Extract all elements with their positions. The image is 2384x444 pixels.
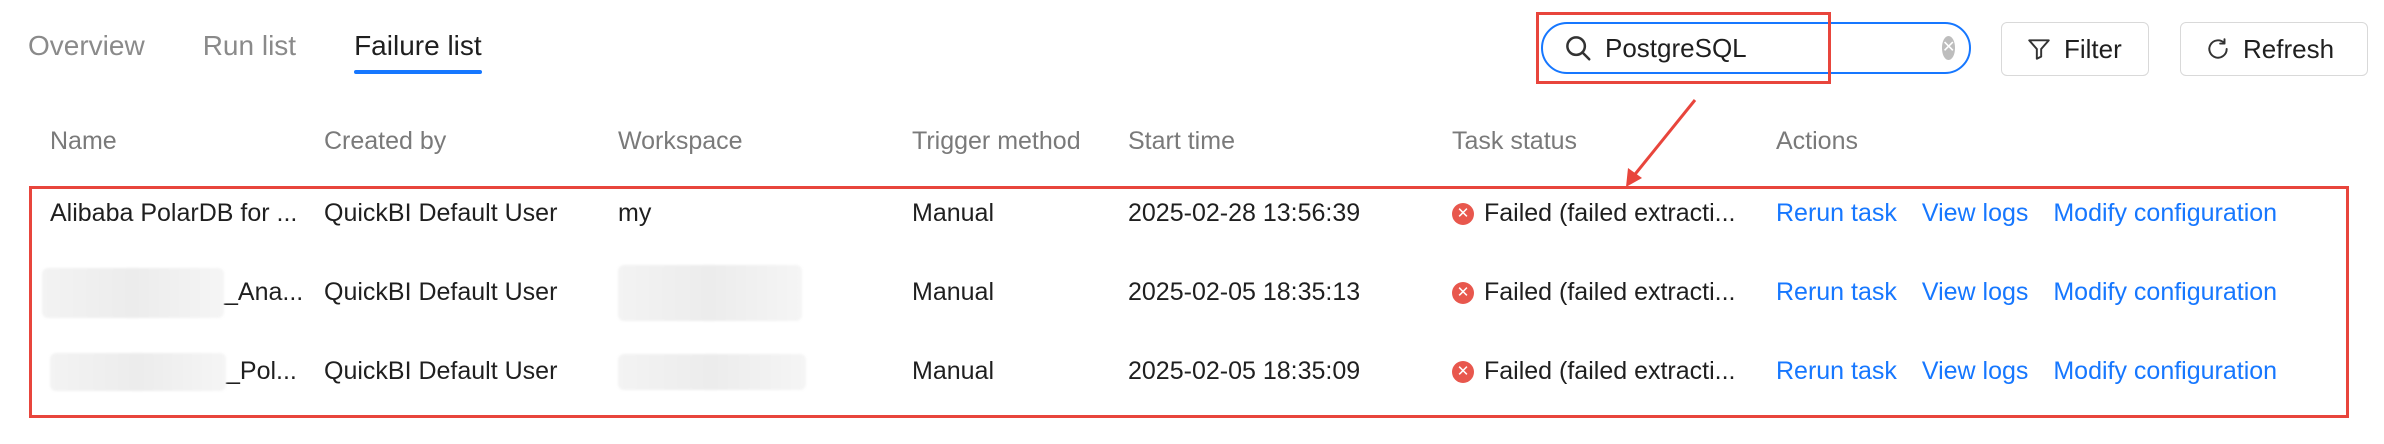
row-name[interactable]: _Ana...	[224, 278, 303, 307]
rerun-task-link[interactable]: Rerun task	[1776, 357, 1897, 385]
redacted-workspace-block	[618, 264, 802, 321]
modify-configuration-link[interactable]: Modify configuration	[2053, 357, 2277, 385]
rerun-task-link[interactable]: Rerun task	[1776, 199, 1897, 227]
row-start-time: 2025-02-05 18:35:09	[1128, 357, 1361, 385]
modify-configuration-link[interactable]: Modify configuration	[2053, 278, 2277, 306]
filter-button[interactable]: Filter	[2001, 22, 2149, 76]
row-trigger: Manual	[912, 278, 994, 306]
table-row: _Ana... QuickBI Default User Manual 2025…	[28, 253, 2295, 332]
row-created-by: QuickBI Default User	[324, 278, 558, 306]
row-name[interactable]: Alibaba PolarDB for ...	[50, 199, 297, 227]
refresh-button[interactable]: Refresh	[2180, 22, 2368, 76]
row-trigger: Manual	[912, 199, 994, 227]
tab-failure-list[interactable]: Failure list	[354, 30, 482, 74]
refresh-button-label: Refresh	[2243, 33, 2335, 64]
table-row: _Pol... QuickBI Default User Manual 2025…	[28, 332, 2295, 411]
error-icon: ✕	[1452, 281, 1474, 304]
error-icon: ✕	[1452, 202, 1474, 225]
search-box[interactable]: ✕	[1541, 22, 1971, 74]
tab-overview[interactable]: Overview	[28, 30, 145, 74]
header-created-by: Created by	[324, 126, 447, 155]
tab-bar: Overview Run list Failure list	[28, 30, 482, 74]
header-trigger-method: Trigger method	[912, 126, 1081, 155]
rerun-task-link[interactable]: Rerun task	[1776, 278, 1897, 306]
row-start-time: 2025-02-28 13:56:39	[1128, 199, 1361, 227]
row-start-time: 2025-02-05 18:35:13	[1128, 278, 1361, 306]
row-name[interactable]: _Pol...	[226, 357, 297, 386]
error-icon: ✕	[1452, 360, 1474, 383]
clear-icon[interactable]: ✕	[1942, 36, 1956, 60]
view-logs-link[interactable]: View logs	[1922, 357, 2029, 385]
redacted-name-block	[42, 267, 224, 318]
header-workspace: Workspace	[618, 126, 743, 155]
header-start-time: Start time	[1128, 126, 1235, 155]
view-logs-link[interactable]: View logs	[1922, 278, 2029, 306]
tab-run-list[interactable]: Run list	[203, 30, 296, 74]
header-name: Name	[50, 126, 117, 155]
table-header-row: Name Created by Workspace Trigger method…	[28, 108, 2295, 174]
modify-configuration-link[interactable]: Modify configuration	[2053, 199, 2277, 227]
view-logs-link[interactable]: View logs	[1922, 199, 2029, 227]
search-input[interactable]	[1603, 31, 1942, 65]
row-created-by: QuickBI Default User	[324, 199, 558, 227]
redacted-name-block	[50, 352, 226, 391]
row-trigger: Manual	[912, 357, 994, 385]
filter-icon	[2028, 39, 2050, 60]
search-icon	[1566, 36, 1591, 61]
redacted-workspace-block	[618, 353, 806, 390]
row-status: Failed (failed extracti...	[1484, 357, 1736, 385]
refresh-icon	[2208, 38, 2228, 59]
header-task-status: Task status	[1452, 126, 1578, 155]
header-actions: Actions	[1776, 126, 1858, 155]
table-row: Alibaba PolarDB for ... QuickBI Default …	[28, 174, 2295, 253]
row-status: Failed (failed extracti...	[1484, 199, 1736, 227]
row-status: Failed (failed extracti...	[1484, 278, 1736, 306]
row-workspace: my	[618, 199, 652, 227]
failure-table: Name Created by Workspace Trigger method…	[28, 108, 2295, 411]
filter-button-label: Filter	[2064, 33, 2122, 64]
row-created-by: QuickBI Default User	[324, 357, 558, 385]
